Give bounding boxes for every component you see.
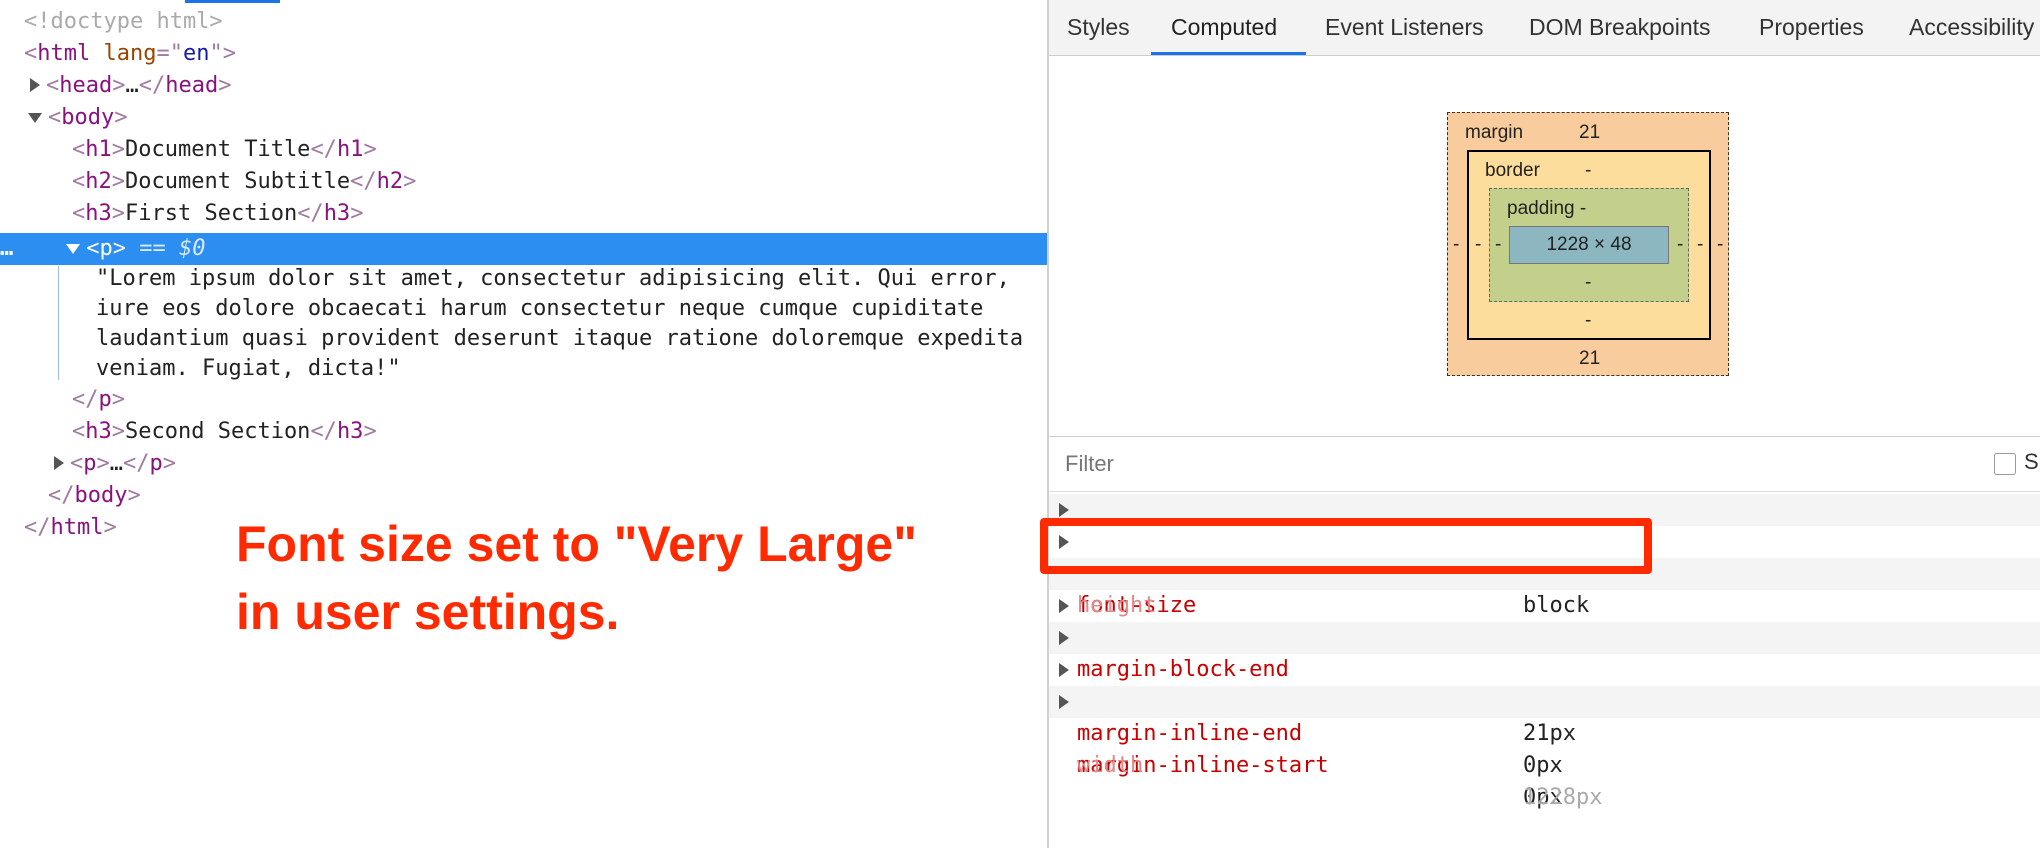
row-menu-ellipsis[interactable]: … xyxy=(0,236,13,261)
p-collapsed-node[interactable]: <p>…</p> xyxy=(54,448,176,480)
margin-left-value[interactable]: - xyxy=(1453,234,1459,256)
h3-second-text: Second Section xyxy=(125,419,311,444)
annotation-line-1: Font size set to "Very Large" xyxy=(236,516,917,572)
annotation-callout: Font size set to "Very Large" in user se… xyxy=(236,510,996,646)
h2-text: Document Subtitle xyxy=(125,169,351,194)
expand-triangle-icon[interactable] xyxy=(1059,663,1069,677)
margin-right-value[interactable]: - xyxy=(1717,234,1723,256)
head-collapsed-ellipsis: … xyxy=(125,73,139,98)
paragraph-text-node[interactable]: "Lorem ipsum dolor sit amet, consectetur… xyxy=(96,264,1036,384)
collapse-triangle-icon[interactable] xyxy=(66,244,81,254)
tab-properties[interactable]: Properties xyxy=(1759,0,1864,55)
padding-right-value[interactable]: - xyxy=(1677,234,1683,256)
p-close-node[interactable]: </p> xyxy=(72,384,125,416)
margin-bottom-value[interactable]: 21 xyxy=(1579,348,1600,370)
doctype-node[interactable]: <!doctype html> xyxy=(24,6,223,38)
property-row[interactable]: margin-block-start 21px xyxy=(1049,622,2040,746)
head-node[interactable]: <head>…</head> xyxy=(30,70,231,102)
elements-tree-panel: <!doctype html> <html lang="en"> <head>…… xyxy=(0,0,1047,848)
html-attr-value: en xyxy=(182,41,210,66)
html-close-node[interactable]: </html> xyxy=(24,512,117,544)
property-row[interactable]: margin-inline-start 0px xyxy=(1049,686,2040,810)
h3-second-node[interactable]: <h3>Second Section</h3> xyxy=(72,416,377,448)
border-label: border xyxy=(1485,160,1540,181)
show-all-checkbox[interactable] xyxy=(1994,453,2016,475)
expand-triangle-icon[interactable] xyxy=(54,456,64,470)
border-right-value[interactable]: - xyxy=(1697,234,1703,256)
indent-guide xyxy=(58,266,59,380)
property-value: 1228px xyxy=(1523,785,1603,810)
doctype-text: <!doctype html> xyxy=(24,9,223,34)
tab-accessibility[interactable]: Accessibility xyxy=(1909,0,2034,55)
tab-event-listeners[interactable]: Event Listeners xyxy=(1325,0,1484,55)
active-tab-indicator xyxy=(1151,52,1306,55)
h3-first-node[interactable]: <h3>First Section</h3> xyxy=(72,198,363,230)
filter-bar: S xyxy=(1049,436,2040,492)
sidebar-tabs: Styles Computed Event Listeners DOM Brea… xyxy=(1049,0,2040,56)
body-close-node[interactable]: </body> xyxy=(48,480,141,512)
paragraph-text: "Lorem ipsum dolor sit amet, consectetur… xyxy=(96,266,1024,381)
h3-first-text: First Section xyxy=(125,201,298,226)
padding-left-value[interactable]: - xyxy=(1495,234,1501,256)
html-node[interactable]: <html lang="en"> xyxy=(24,38,236,70)
expand-triangle-icon[interactable] xyxy=(30,78,40,92)
expand-triangle-icon[interactable] xyxy=(1059,695,1069,709)
box-model-content[interactable]: 1228 × 48 xyxy=(1509,226,1669,264)
html-tag-name: html xyxy=(37,41,91,66)
border-bottom-value[interactable]: - xyxy=(1585,310,1591,332)
annotation-highlight-box xyxy=(1040,518,1652,574)
margin-label: margin xyxy=(1465,122,1524,143)
selected-tag-name: p xyxy=(99,236,113,261)
box-model-area: margin 21 21 - - border - - - - padding … xyxy=(1049,56,2040,436)
sidebar-panel: Styles Computed Event Listeners DOM Brea… xyxy=(1049,0,2040,848)
expand-triangle-icon[interactable] xyxy=(1059,631,1069,645)
border-left-value[interactable]: - xyxy=(1475,234,1481,256)
selected-node-row[interactable]: … <p> == $0 xyxy=(0,233,1047,265)
property-name: width xyxy=(1077,753,1144,778)
property-row[interactable]: width 1228px xyxy=(1049,718,2040,810)
padding-bottom-value[interactable]: - xyxy=(1585,272,1591,294)
tab-styles[interactable]: Styles xyxy=(1067,0,1130,55)
html-attr-name: lang xyxy=(103,41,157,66)
h1-text: Document Title xyxy=(125,137,311,162)
property-row[interactable]: margin-inline-end 0px xyxy=(1049,654,2040,778)
property-value: 0px xyxy=(1523,753,1563,778)
collapse-triangle-icon[interactable] xyxy=(28,113,42,123)
h2-node[interactable]: <h2>Document Subtitle</h2> xyxy=(72,166,416,198)
padding-label: padding - xyxy=(1507,198,1587,219)
annotation-line-2: in user settings. xyxy=(236,584,620,640)
p-collapsed-ellipsis: … xyxy=(109,451,123,476)
tab-computed[interactable]: Computed xyxy=(1171,0,1277,55)
border-top-value[interactable]: - xyxy=(1585,160,1591,182)
selected-console-ref: == $0 xyxy=(139,236,206,261)
expand-triangle-icon[interactable] xyxy=(1059,599,1069,613)
body-node[interactable]: <body> xyxy=(28,102,127,134)
tab-dom-breakpoints[interactable]: DOM Breakpoints xyxy=(1529,0,1711,55)
expand-triangle-icon[interactable] xyxy=(1059,503,1069,517)
panel-tab-indicator xyxy=(185,0,280,3)
property-row[interactable]: margin-block-end 21px xyxy=(1049,590,2040,714)
margin-top-value[interactable]: 21 xyxy=(1579,122,1600,144)
filter-input[interactable] xyxy=(1063,445,1567,483)
h1-node[interactable]: <h1>Document Title</h1> xyxy=(72,134,377,166)
body-tag-name: body xyxy=(61,105,115,130)
show-all-label: S xyxy=(2024,449,2039,474)
